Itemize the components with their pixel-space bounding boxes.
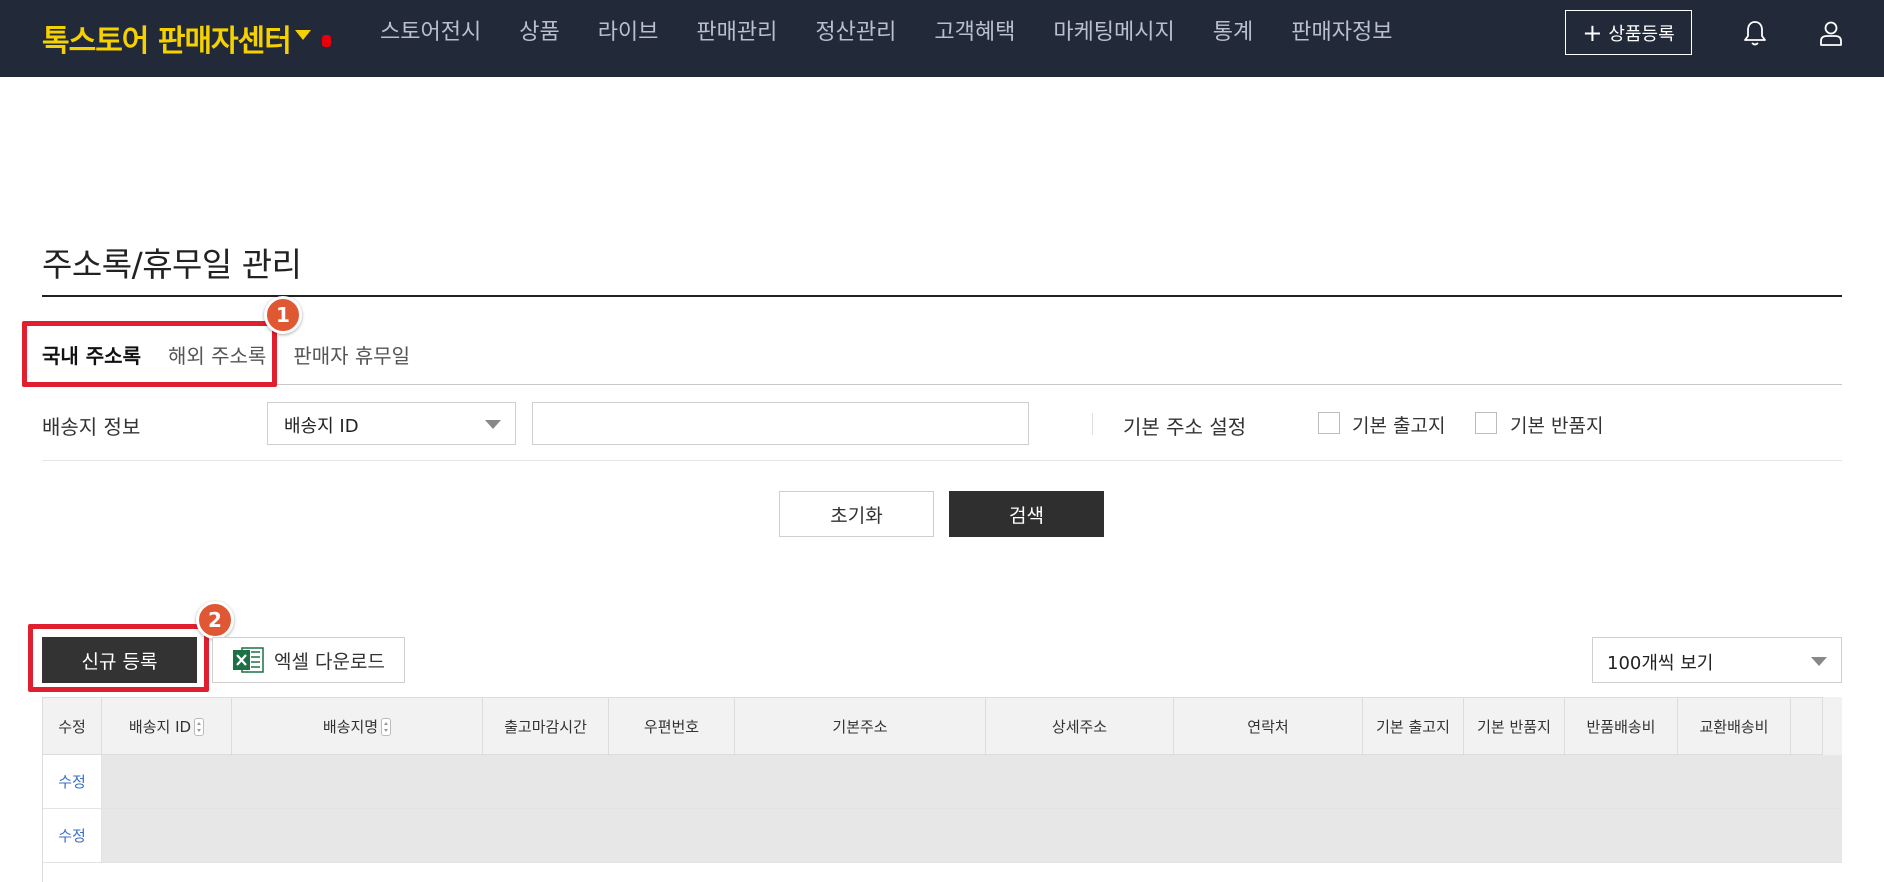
column-header-exchange-fee: 교환배송비 [1678, 698, 1791, 755]
default-return-label: 기본 반품지 [1510, 415, 1604, 437]
table-header: 수정 배송지 ID 배송지명 출고마감시간 우편번호 기본주소 상세주소 연락처… [43, 697, 1842, 755]
column-header-return-fee: 반품배송비 [1565, 698, 1678, 755]
nav-item-statistics[interactable]: 통계 [1194, 18, 1272, 48]
nav-item-products[interactable]: 상품 [500, 18, 578, 48]
search-field-select-value: 배송지 ID [284, 416, 359, 437]
address-table: 수정 배송지 ID 배송지명 출고마감시간 우편번호 기본주소 상세주소 연락처… [42, 697, 1842, 882]
search-field-select[interactable]: 배송지 ID [267, 402, 516, 445]
table-row: 수정 [43, 755, 1842, 809]
page-size-select[interactable]: 100개씩 보기 [1592, 637, 1842, 683]
redacted-row-content [102, 809, 1842, 862]
excel-download-label: 엑셀 다운로드 [274, 650, 385, 673]
column-header-default-ship: 기본 출고지 [1363, 698, 1464, 755]
default-address-label: 기본 주소 설정 [1123, 415, 1247, 439]
brand-dropdown-caret-icon[interactable] [295, 30, 311, 40]
notification-dot-icon [322, 35, 331, 47]
plus-icon: + [1582, 18, 1603, 47]
callout-highlight-2 [28, 624, 209, 692]
table-scrollbar-header [1822, 697, 1842, 755]
default-ship-label: 기본 출고지 [1352, 415, 1446, 437]
default-return-checkbox[interactable] [1475, 412, 1497, 434]
search-input[interactable] [532, 402, 1029, 445]
title-divider [42, 295, 1842, 297]
column-header-zip: 우편번호 [609, 698, 735, 755]
nav-item-benefits[interactable]: 고객혜택 [915, 18, 1034, 48]
nav-item-marketing-message[interactable]: 마케팅메시지 [1034, 18, 1193, 48]
excel-download-button[interactable]: 엑셀 다운로드 [212, 637, 405, 683]
page-title: 주소록/휴무일 관리 [42, 245, 302, 284]
column-header-detail-address: 상세주소 [986, 698, 1174, 755]
bell-icon[interactable] [1740, 18, 1770, 48]
column-header-address-name[interactable]: 배송지명 [232, 698, 483, 755]
brand-logo[interactable]: 톡스토어 판매자센터 [42, 16, 292, 60]
callout-badge-1: 1 [264, 296, 302, 334]
column-header-default-return: 기본 반품지 [1464, 698, 1565, 755]
register-product-button[interactable]: + 상품등록 [1565, 10, 1692, 55]
sort-icon[interactable] [194, 717, 205, 736]
column-header-cutoff-time: 출고마감시간 [483, 698, 609, 755]
nav-item-store-display[interactable]: 스토어전시 [380, 18, 500, 48]
column-header-base-address: 기본주소 [735, 698, 986, 755]
chevron-down-icon [485, 420, 501, 429]
callout-highlight-1 [22, 321, 277, 387]
column-header-address-id[interactable]: 배송지 ID [102, 698, 232, 755]
edit-link[interactable]: 수정 [43, 755, 102, 808]
table-row: 수정 [43, 809, 1842, 863]
search-button[interactable]: 검색 [949, 491, 1104, 537]
chevron-down-icon [1811, 657, 1827, 666]
register-product-label: 상품등록 [1608, 23, 1675, 45]
main-nav: 스토어전시 상품 라이브 판매관리 정산관리 고객혜택 마케팅메시지 통계 판매… [380, 18, 1411, 48]
excel-icon [233, 647, 264, 673]
nav-item-live[interactable]: 라이브 [579, 18, 678, 48]
nav-item-seller-info[interactable]: 판매자정보 [1272, 18, 1411, 48]
column-header-edit: 수정 [43, 698, 102, 755]
sort-icon[interactable] [381, 717, 392, 736]
brand-main: 톡스토어 [42, 24, 149, 59]
default-ship-checkbox[interactable] [1318, 412, 1340, 434]
tab-seller-holiday[interactable]: 판매자 휴무일 [293, 340, 410, 369]
callout-badge-2: 2 [196, 601, 234, 639]
page-size-value: 100개씩 보기 [1607, 653, 1714, 674]
redacted-row-content [102, 755, 1842, 808]
column-header-contact: 연락처 [1174, 698, 1363, 755]
nav-item-settlement[interactable]: 정산관리 [796, 18, 915, 48]
brand-sub: 판매자센터 [157, 24, 292, 59]
filter-label: 배송지 정보 [42, 415, 141, 439]
user-icon[interactable] [1816, 18, 1846, 48]
nav-item-sales[interactable]: 판매관리 [677, 18, 796, 48]
edit-link[interactable]: 수정 [43, 809, 102, 862]
filter-separator [1092, 413, 1093, 435]
filter-divider [42, 460, 1842, 461]
reset-button[interactable]: 초기화 [779, 491, 934, 537]
tabs-divider [42, 384, 1842, 385]
top-navigation-bar: 톡스토어 판매자센터 스토어전시 상품 라이브 판매관리 정산관리 고객혜택 마… [0, 0, 1884, 77]
